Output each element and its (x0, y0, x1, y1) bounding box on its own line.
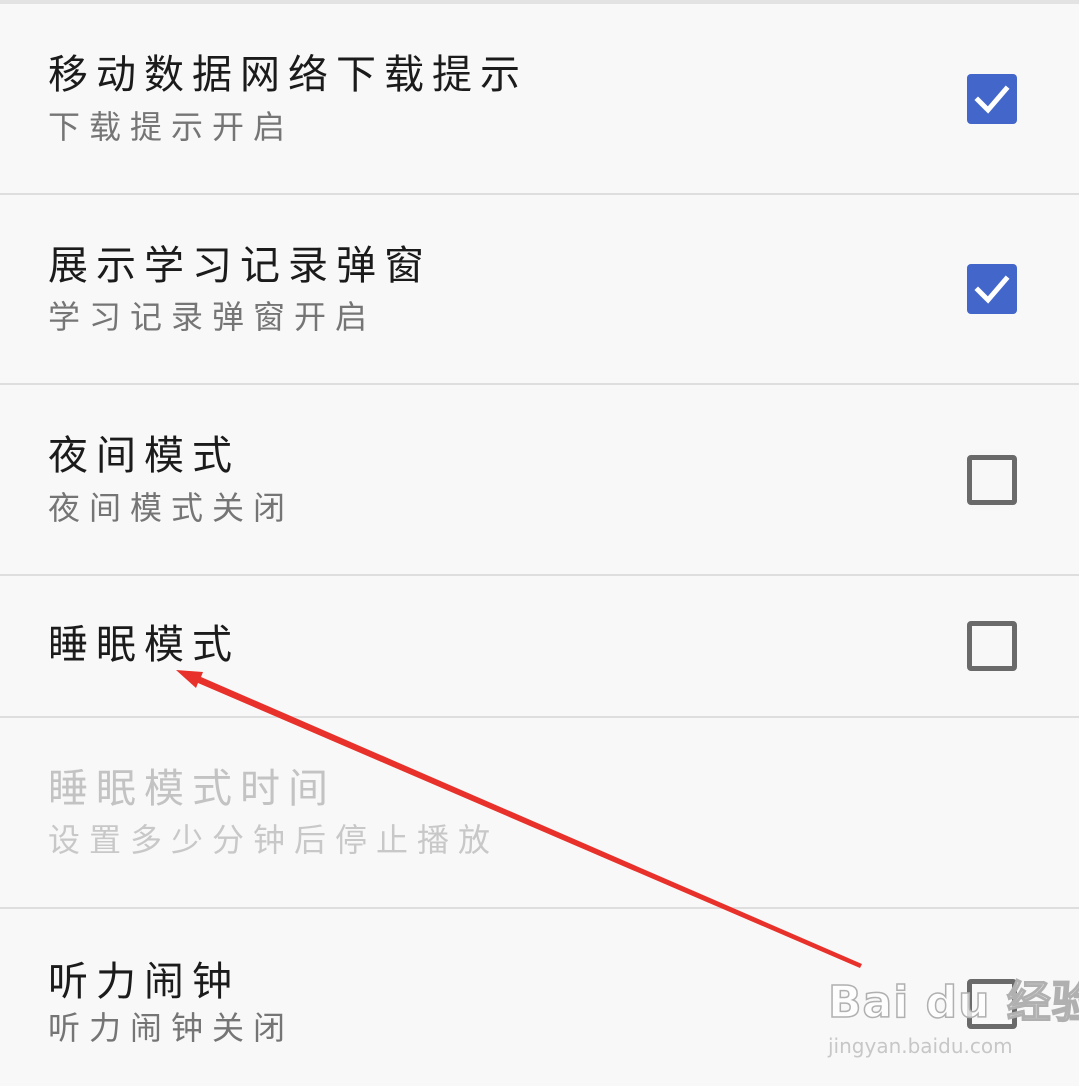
setting-title: 睡眠模式 (48, 622, 240, 668)
setting-title: 展示学习记录弹窗 (48, 243, 432, 289)
setting-title: 听力闹钟 (48, 959, 240, 1005)
baidu-jingyan-watermark: Bai du 经验 jingyan.baidu.com (827, 966, 1079, 1066)
check-icon (974, 85, 1010, 114)
watermark-site: jingyan.baidu.com (828, 1034, 1013, 1058)
settings-list: 移动数据网络下载提示 下载提示开启 展示学习记录弹窗 学习记录弹窗开启 夜间模式… (0, 4, 1079, 1079)
setting-summary: 下载提示开启 (48, 108, 295, 146)
setting-title: 夜间模式 (48, 433, 240, 479)
setting-mobile-data-download-prompt[interactable]: 移动数据网络下载提示 下载提示开启 (0, 4, 1079, 195)
setting-sleep-mode[interactable]: 睡眠模式 (0, 576, 1079, 718)
setting-title: 移动数据网络下载提示 (48, 52, 528, 98)
checkbox-unchecked[interactable] (967, 455, 1017, 505)
setting-night-mode[interactable]: 夜间模式 夜间模式关闭 (0, 385, 1079, 576)
setting-summary: 夜间模式关闭 (48, 489, 295, 527)
setting-sleep-mode-time: 睡眠模式时间 设置多少分钟后停止播放 (0, 718, 1079, 909)
checkbox-checked[interactable] (967, 264, 1017, 314)
setting-summary: 设置多少分钟后停止播放 (48, 821, 500, 859)
setting-summary: 听力闹钟关闭 (48, 1009, 295, 1047)
setting-title: 睡眠模式时间 (48, 766, 336, 812)
checkbox-checked[interactable] (967, 74, 1017, 124)
watermark-brand: Bai du 经验 (827, 976, 1079, 1029)
setting-show-study-record-popup[interactable]: 展示学习记录弹窗 学习记录弹窗开启 (0, 195, 1079, 385)
setting-summary: 学习记录弹窗开启 (48, 298, 377, 336)
checkbox-unchecked[interactable] (967, 621, 1017, 671)
check-icon (974, 275, 1010, 304)
